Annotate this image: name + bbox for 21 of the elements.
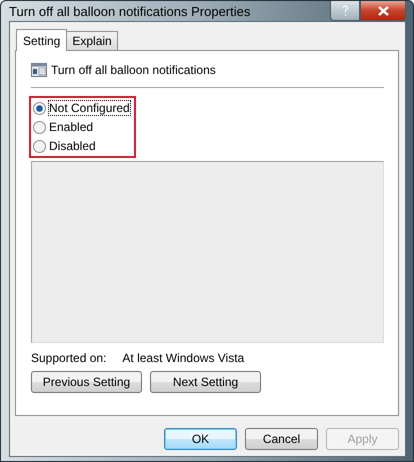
help-button[interactable] [330, 1, 360, 21]
radio-button[interactable] [33, 140, 46, 152]
dialog-button[interactable]: Cancel [245, 428, 318, 450]
close-icon [378, 6, 388, 16]
nav-button[interactable]: Previous Setting [31, 371, 142, 393]
radio-option[interactable]: Not Configured [33, 100, 130, 116]
help-icon [342, 5, 348, 16]
radio-option[interactable]: Disabled [33, 138, 130, 154]
policy-icon [31, 63, 47, 77]
nav-button[interactable]: Next Setting [150, 371, 261, 393]
radio-option[interactable]: Enabled [33, 119, 130, 135]
supported-label: Supported on: [31, 351, 106, 365]
window-title: Turn off all balloon notifications Properties [9, 4, 252, 18]
radio-button[interactable] [33, 120, 46, 134]
supported-value: At least Windows Vista [122, 351, 244, 365]
close-button[interactable] [360, 1, 406, 21]
setting-title: Turn off all balloon notifications [51, 63, 216, 77]
tab[interactable]: Setting [16, 29, 68, 51]
tab[interactable]: Explain [66, 31, 118, 50]
radio-button[interactable] [33, 102, 46, 114]
dialog-button[interactable]: OK [164, 428, 237, 450]
